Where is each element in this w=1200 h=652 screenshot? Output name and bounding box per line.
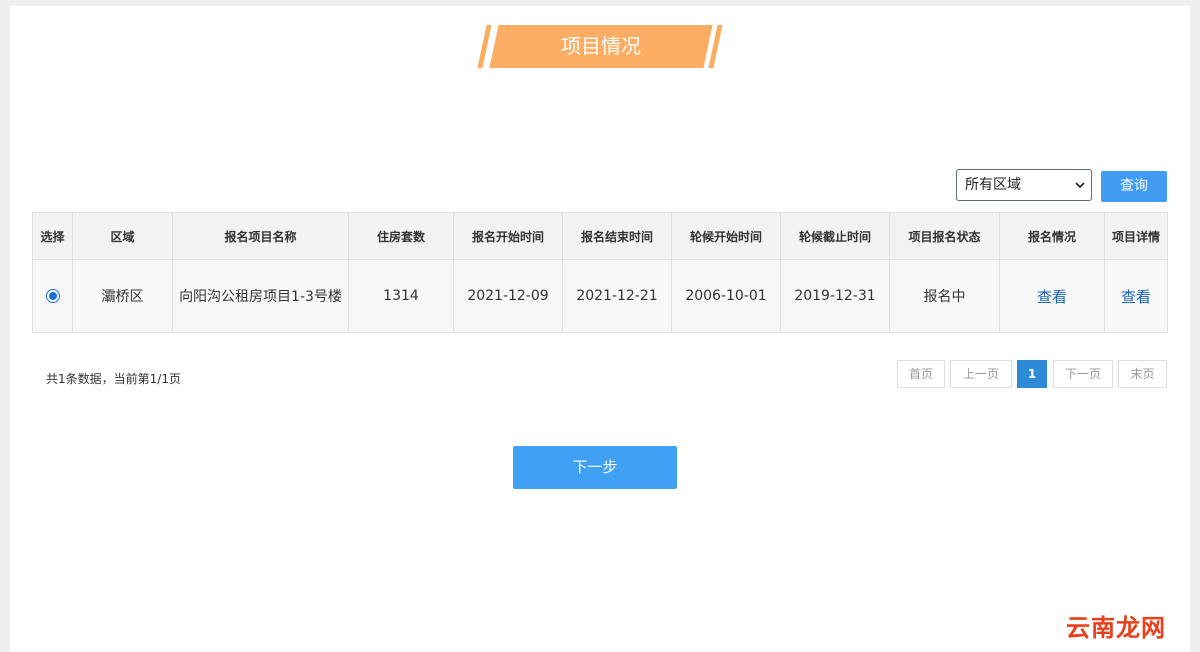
column-header-signup-start: 报名开始时间 — [453, 212, 563, 260]
queue-end-cell: 2019-12-31 — [780, 259, 890, 333]
select-cell — [32, 259, 73, 333]
last-page-button[interactable]: 末页 — [1118, 360, 1167, 388]
project-table: 选择 区域 报名项目名称 住房套数 报名开始时间 报名结束时间 轮候开始时间 轮… — [32, 212, 1168, 333]
column-header-detail: 项目详情 — [1104, 212, 1168, 260]
signup-start-cell: 2021-12-09 — [453, 259, 563, 333]
table-header-row: 选择 区域 报名项目名称 住房套数 报名开始时间 报名结束时间 轮候开始时间 轮… — [32, 212, 1168, 260]
housing-count-cell: 1314 — [348, 259, 454, 333]
status-cell: 报名中 — [889, 259, 1000, 333]
column-header-status: 项目报名状态 — [889, 212, 1000, 260]
page-title: 项目情况 — [561, 34, 641, 58]
project-name-cell: 向阳沟公租房项目1-3号楼 — [172, 259, 349, 333]
table-row: 灞桥区 向阳沟公租房项目1-3号楼 1314 2021-12-09 2021-1… — [32, 259, 1168, 333]
query-button[interactable]: 查询 — [1101, 171, 1167, 202]
column-header-district: 区域 — [72, 212, 173, 260]
pagination-summary: 共1条数据，当前第1/1页 — [46, 372, 181, 386]
column-header-signup-end: 报名结束时间 — [562, 212, 672, 260]
chevron-down-icon — [1075, 182, 1085, 189]
next-page-button[interactable]: 下一页 — [1053, 360, 1113, 388]
region-select-value: 所有区域 — [965, 177, 1021, 193]
signup-view-link[interactable]: 查看 — [1037, 288, 1067, 306]
column-header-select: 选择 — [32, 212, 73, 260]
row-select-radio[interactable] — [45, 289, 60, 303]
next-step-button[interactable]: 下一步 — [513, 446, 677, 489]
column-header-housing-count: 住房套数 — [348, 212, 454, 260]
column-header-queue-end: 轮候截止时间 — [780, 212, 890, 260]
detail-view-link[interactable]: 查看 — [1121, 288, 1151, 306]
title-banner: 项目情况 — [477, 25, 723, 68]
prev-page-button[interactable]: 上一页 — [950, 360, 1012, 388]
detail-cell: 查看 — [1104, 259, 1168, 333]
district-cell: 灞桥区 — [72, 259, 173, 333]
column-header-signup-info: 报名情况 — [999, 212, 1105, 260]
column-header-project-name: 报名项目名称 — [172, 212, 349, 260]
column-header-queue-start: 轮候开始时间 — [671, 212, 781, 260]
region-select[interactable]: 所有区域 — [956, 169, 1092, 201]
first-page-button[interactable]: 首页 — [897, 360, 945, 388]
queue-start-cell: 2006-10-01 — [671, 259, 781, 333]
signup-end-cell: 2021-12-21 — [562, 259, 672, 333]
signup-info-cell: 查看 — [999, 259, 1105, 333]
site-watermark: 云南龙网 — [1066, 614, 1166, 642]
page-1-button[interactable]: 1 — [1017, 360, 1047, 388]
